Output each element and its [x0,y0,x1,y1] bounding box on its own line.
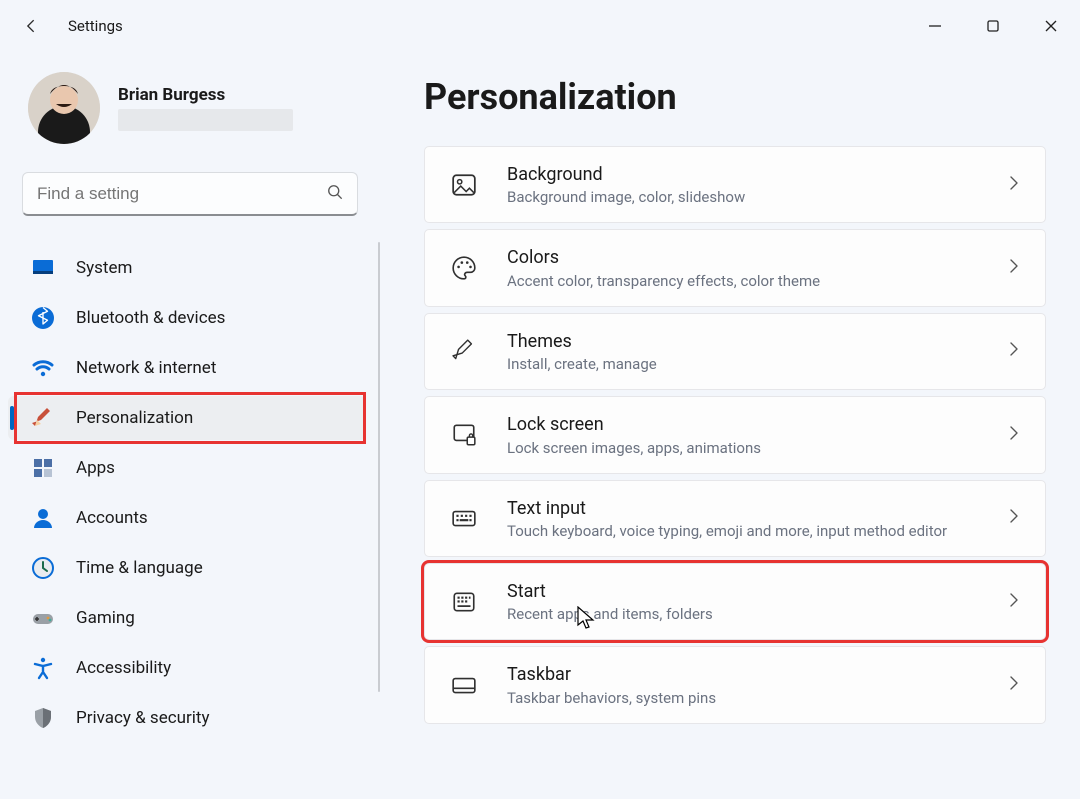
sidebar: Brian Burgess System Bluetooth & devices N… [0,52,380,799]
card-subtitle: Lock screen images, apps, animations [507,439,977,457]
sidebar-item-label: Accessibility [76,658,171,678]
sidebar-item-label: Time & language [76,558,203,578]
profile-block[interactable]: Brian Burgess [0,72,380,156]
main-content: Personalization Background Background ima… [380,52,1080,799]
card-subtitle: Accent color, transparency effects, colo… [507,272,977,290]
sidebar-item-label: Bluetooth & devices [76,308,225,328]
card-subtitle: Touch keyboard, voice typing, emoji and … [507,522,977,540]
avatar [28,72,100,144]
card-taskbar[interactable]: Taskbar Taskbar behaviors, system pins [424,646,1046,723]
sidebar-item-network[interactable]: Network & internet [8,346,366,390]
chevron-right-icon [1005,424,1023,446]
search-icon [325,182,345,206]
chevron-right-icon [1005,674,1023,696]
card-textinput[interactable]: Text input Touch keyboard, voice typing, … [424,480,1046,557]
sidebar-item-gaming[interactable]: Gaming [8,596,366,640]
card-themes[interactable]: Themes Install, create, manage [424,313,1046,390]
card-title: Background [507,163,977,186]
accessibility-icon [30,655,56,681]
card-lockscreen[interactable]: Lock screen Lock screen images, apps, ani… [424,396,1046,473]
keyboard-icon [449,503,479,533]
card-text: Start Recent apps and items, folders [507,580,977,623]
brush-icon [30,405,56,431]
clock-icon [30,555,56,581]
profile-name: Brian Burgess [118,85,293,105]
sidebar-item-label: Personalization [76,408,193,428]
bluetooth-icon [30,305,56,331]
card-title: Colors [507,246,977,269]
card-text: Lock screen Lock screen images, apps, ani… [507,413,977,456]
card-text: Themes Install, create, manage [507,330,977,373]
back-button[interactable] [20,14,44,38]
card-subtitle: Install, create, manage [507,355,977,373]
start-icon [449,587,479,617]
sidebar-item-label: Accounts [76,508,148,528]
person-icon [30,505,56,531]
lock-screen-icon [449,420,479,450]
system-icon [30,255,56,281]
sidebar-item-apps[interactable]: Apps [8,446,366,490]
card-title: Taskbar [507,663,977,686]
sidebar-scroll[interactable]: System Bluetooth & devices Network & inter… [0,234,380,740]
card-text: Colors Accent color, transparency effects… [507,246,977,289]
chevron-right-icon [1005,507,1023,529]
sidebar-item-system[interactable]: System [8,246,366,290]
image-icon [449,170,479,200]
sidebar-item-personalization[interactable]: Personalization [8,396,366,440]
taskbar-icon [449,670,479,700]
sidebar-item-time[interactable]: Time & language [8,546,366,590]
card-subtitle: Recent apps and items, folders [507,605,977,623]
window-title: Settings [68,17,123,35]
sidebar-item-label: Apps [76,458,115,478]
window-controls [906,0,1080,52]
sidebar-item-bluetooth[interactable]: Bluetooth & devices [8,296,366,340]
card-text: Text input Touch keyboard, voice typing, … [507,497,977,540]
apps-icon [30,455,56,481]
sidebar-item-privacy[interactable]: Privacy & security [8,696,366,740]
chevron-right-icon [1005,174,1023,196]
titlebar: Settings [0,0,1080,52]
profile-email-redacted [118,109,293,131]
card-title: Start [507,580,977,603]
card-subtitle: Background image, color, slideshow [507,188,977,206]
card-start[interactable]: Start Recent apps and items, folders [424,563,1046,640]
page-title: Personalization [424,76,1046,118]
chevron-right-icon [1005,257,1023,279]
palette-icon [449,253,479,283]
sidebar-item-label: Privacy & security [76,708,210,728]
card-text: Background Background image, color, slide… [507,163,977,206]
sidebar-item-accessibility[interactable]: Accessibility [8,646,366,690]
close-button[interactable] [1022,0,1080,52]
card-title: Themes [507,330,977,353]
maximize-button[interactable] [964,0,1022,52]
card-title: Text input [507,497,977,520]
wifi-icon [30,355,56,381]
chevron-right-icon [1005,340,1023,362]
card-text: Taskbar Taskbar behaviors, system pins [507,663,977,706]
pen-icon [449,336,479,366]
shield-icon [30,705,56,731]
search-input[interactable] [35,183,325,205]
chevron-right-icon [1005,591,1023,613]
card-subtitle: Taskbar behaviors, system pins [507,689,977,707]
card-colors[interactable]: Colors Accent color, transparency effects… [424,229,1046,306]
sidebar-item-label: Gaming [76,608,135,628]
minimize-button[interactable] [906,0,964,52]
gamepad-icon [30,605,56,631]
sidebar-item-label: Network & internet [76,358,216,378]
search-box[interactable] [22,172,358,216]
card-background[interactable]: Background Background image, color, slide… [424,146,1046,223]
sidebar-item-accounts[interactable]: Accounts [8,496,366,540]
card-title: Lock screen [507,413,977,436]
sidebar-item-label: System [76,258,132,278]
